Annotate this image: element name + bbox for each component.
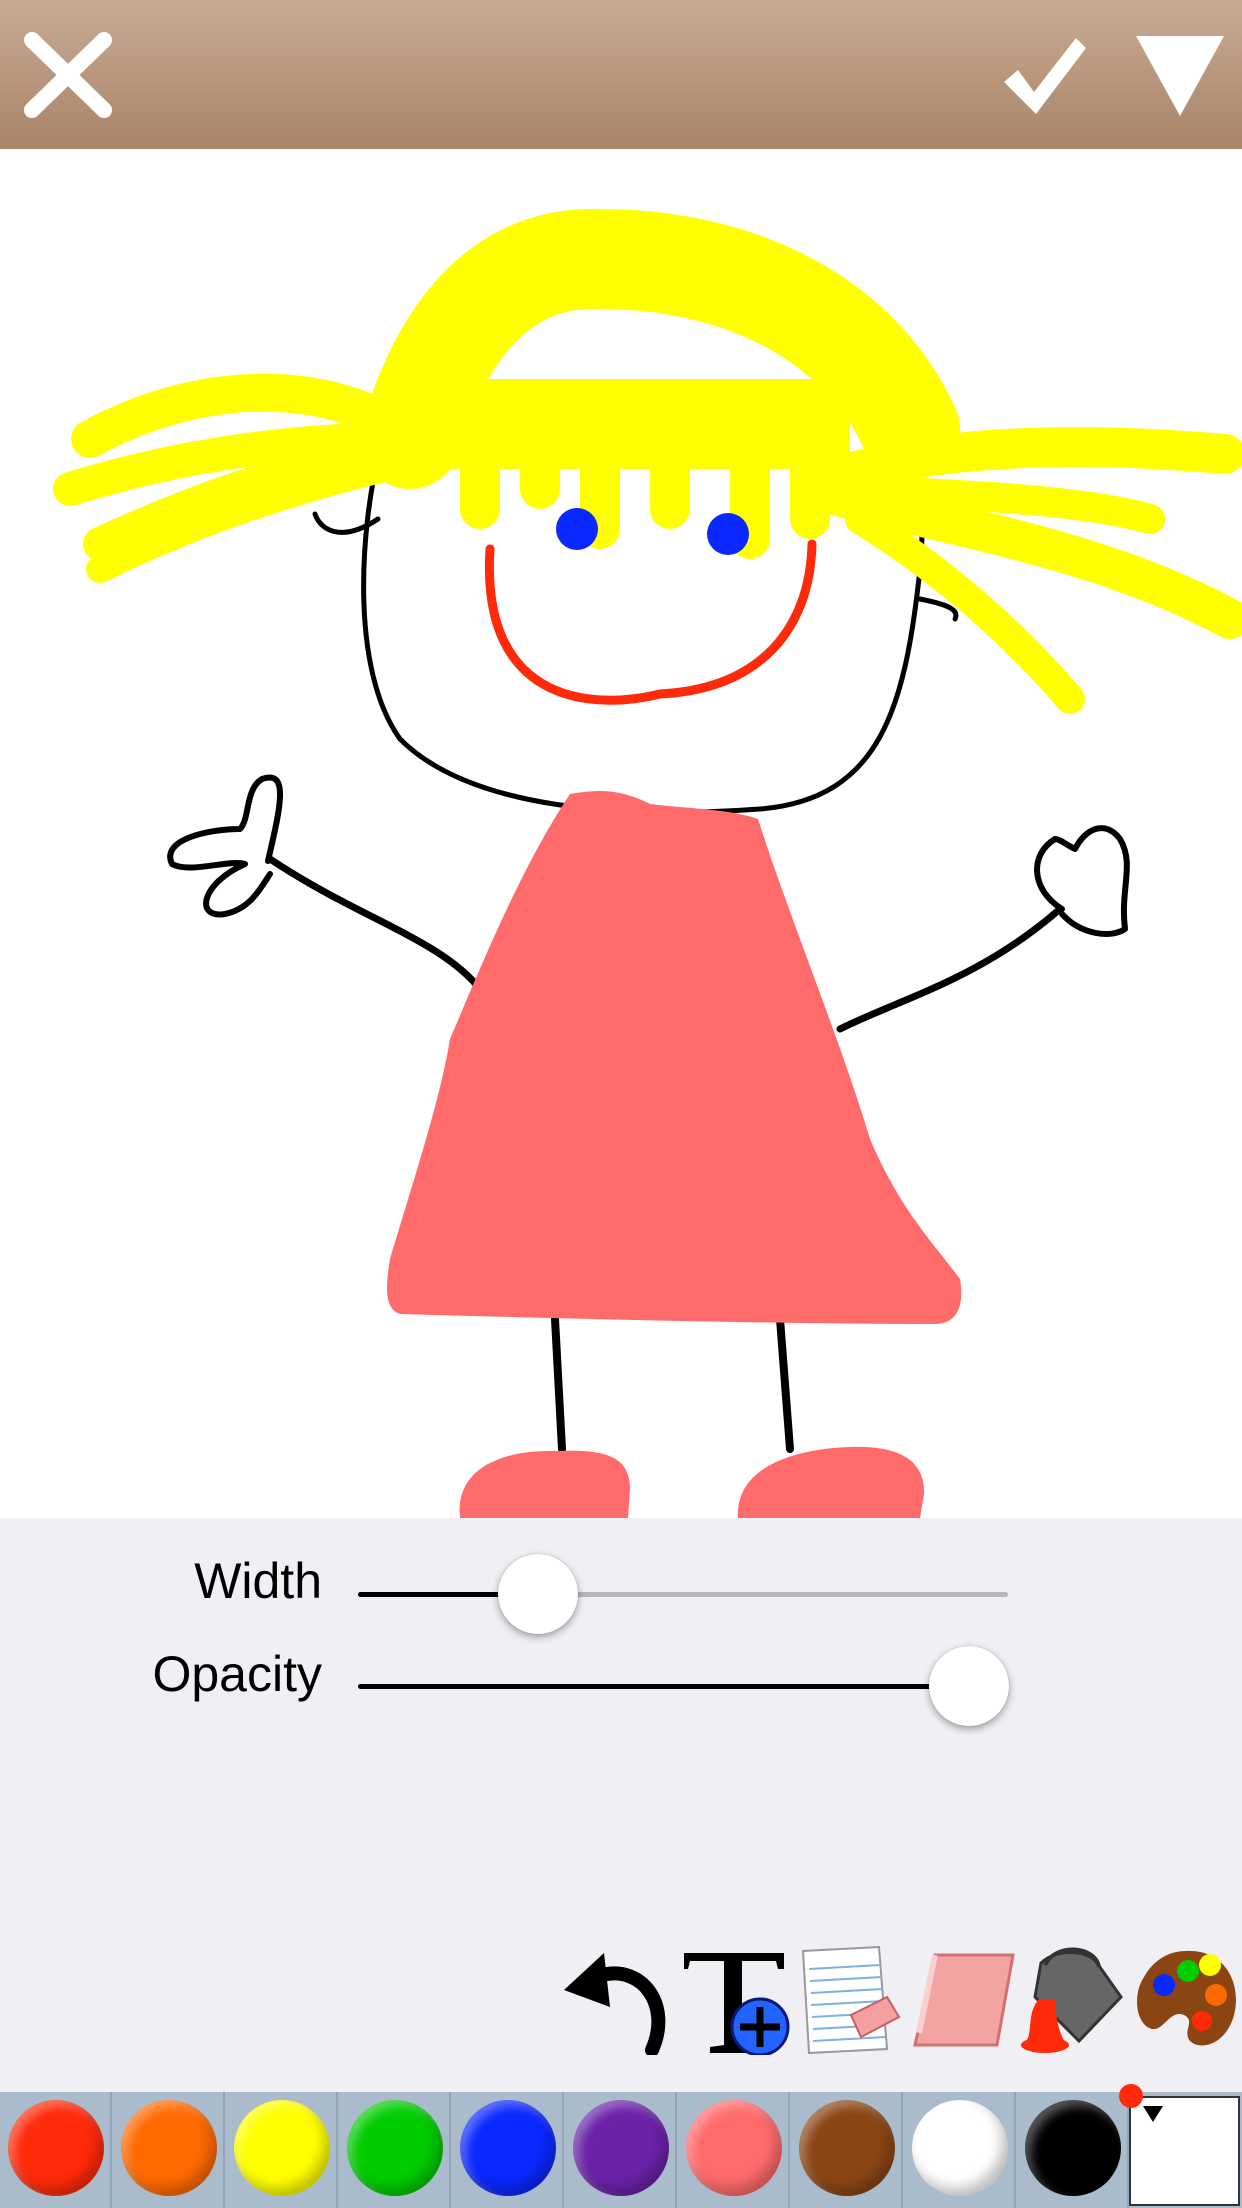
color-swatch-red[interactable] xyxy=(0,2092,112,2208)
color-swatch-purple[interactable] xyxy=(565,2092,677,2208)
color-swatch-dot xyxy=(686,2100,782,2196)
color-swatch-yellow[interactable] xyxy=(226,2092,338,2208)
opacity-slider-thumb[interactable] xyxy=(929,1646,1009,1726)
color-swatch-dot xyxy=(799,2100,895,2196)
width-label: Width xyxy=(194,1553,322,1609)
width-slider-thumb[interactable] xyxy=(498,1554,579,1634)
color-swatch-pink[interactable] xyxy=(678,2092,790,2208)
color-swatch-dot xyxy=(573,2100,669,2196)
color-swatch-dot xyxy=(234,2100,330,2196)
add-text-icon[interactable] xyxy=(680,1945,790,2055)
checkmark-icon[interactable] xyxy=(998,30,1090,122)
color-swatch-dot xyxy=(460,2100,556,2196)
color-swatch-dot xyxy=(912,2100,1008,2196)
color-palette-bar xyxy=(0,2092,1242,2208)
opacity-slider[interactable] xyxy=(358,1646,1009,1726)
color-palette-icon[interactable] xyxy=(1130,1945,1240,2055)
color-swatch-brown[interactable] xyxy=(791,2092,903,2208)
color-swatch-dot xyxy=(8,2100,104,2196)
chevron-down-icon xyxy=(1143,2106,1163,2122)
color-swatch-dot xyxy=(121,2100,217,2196)
color-swatch-green[interactable] xyxy=(339,2092,451,2208)
clear-page-icon[interactable] xyxy=(795,1945,905,2055)
custom-color-button[interactable] xyxy=(1119,2084,1240,2206)
opacity-slider-fill xyxy=(358,1684,969,1689)
dropdown-triangle-icon[interactable] xyxy=(1134,34,1226,118)
drawing-canvas[interactable] xyxy=(0,149,1242,1518)
color-swatch-white[interactable] xyxy=(904,2092,1016,2208)
color-swatch-black[interactable] xyxy=(1017,2092,1129,2208)
color-swatch-dot xyxy=(1025,2100,1121,2196)
opacity-label: Opacity xyxy=(152,1646,322,1702)
width-slider[interactable] xyxy=(358,1554,1008,1634)
current-color-dot xyxy=(1119,2084,1143,2108)
paint-bucket-icon[interactable] xyxy=(1015,1945,1125,2055)
close-icon[interactable] xyxy=(20,30,116,120)
stick-figure-drawing xyxy=(53,208,1242,1518)
color-swatch-blue[interactable] xyxy=(452,2092,564,2208)
color-swatch-dot xyxy=(347,2100,443,2196)
color-swatch-orange[interactable] xyxy=(113,2092,225,2208)
eraser-icon[interactable] xyxy=(905,1945,1015,2055)
top-toolbar xyxy=(0,0,1242,149)
current-color-indicator-icon xyxy=(1119,2084,1163,2122)
undo-icon[interactable] xyxy=(562,1945,672,2055)
